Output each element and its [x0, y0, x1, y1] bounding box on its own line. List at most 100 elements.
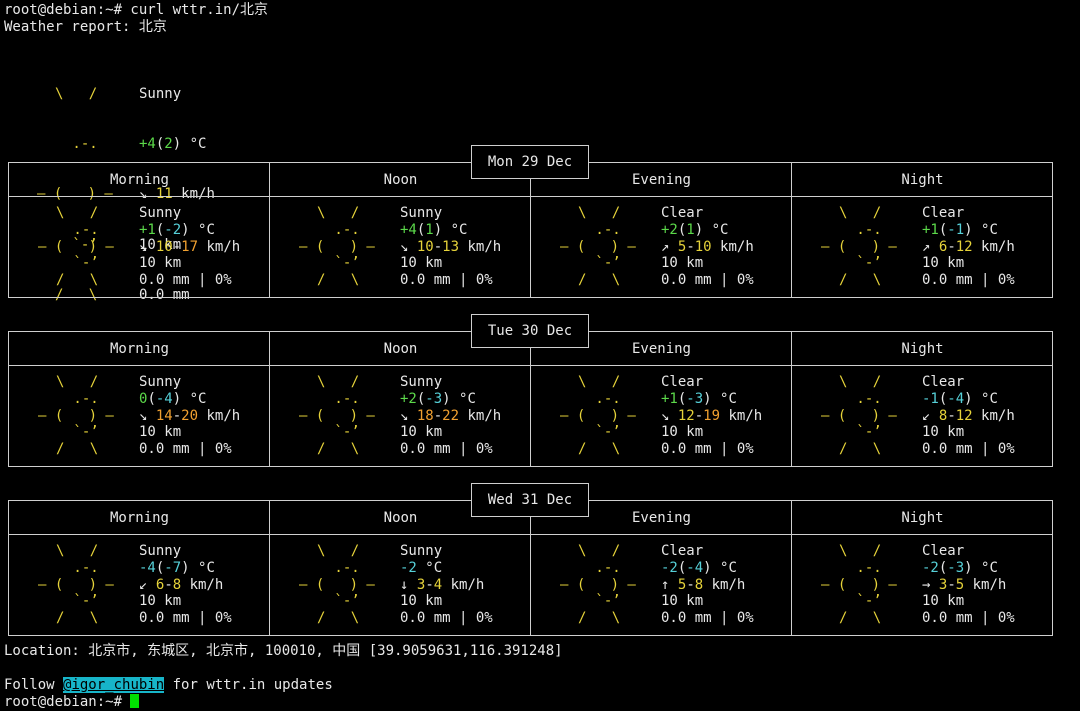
- wind: ↙ 6-8 km/h: [139, 576, 224, 593]
- period-cell: \ / .-. ― ( ) ― `-’ / \ Sunny -2 °C ↓ 3-4 km/…: [270, 535, 531, 635]
- period-details: Clear -2(-3) °C → 3-5 km/h 10 km 0.0 mm | 0%: [922, 543, 1015, 627]
- col-morning: Morning: [109, 172, 169, 188]
- follow-line: Follow @igor_chubin for wttr.in updates: [4, 677, 333, 693]
- visibility: 10 km: [922, 424, 965, 441]
- period-cell: \ / .-. ― ( ) ― `-’ / \ Clear +2(1) °C ↗ 5-10…: [531, 197, 792, 297]
- precipitation: 0.0 mm | 0%: [661, 272, 754, 289]
- period-cell: \ / .-. ― ( ) ― `-’ / \ Sunny -4(-7) °C ↙ 6-8…: [9, 535, 270, 635]
- wind: ↘ 18-22 km/h: [400, 407, 502, 424]
- period-details: Clear +1(-3) °C ↘ 12-19 km/h 10 km 0.0 mm | …: [661, 374, 762, 458]
- condition-label: Sunny: [139, 374, 182, 390]
- period-cell: \ / .-. ― ( ) ― `-’ / \ Sunny +2(-3) °C ↘ 18-…: [270, 366, 531, 466]
- visibility: 10 km: [922, 255, 965, 272]
- prompt-line[interactable]: root@debian:~#: [4, 694, 140, 711]
- condition-label: Clear: [661, 374, 704, 390]
- precipitation: 0.0 mm | 0%: [661, 441, 754, 458]
- period-details: Sunny -4(-7) °C ↙ 6-8 km/h 10 km 0.0 mm | 0%: [139, 543, 232, 627]
- temperature: -2 °C: [400, 559, 443, 576]
- wind-arrow-icon: ↘: [139, 238, 148, 255]
- condition-label: Sunny: [139, 85, 182, 102]
- condition-label: Clear: [661, 543, 704, 559]
- col-night: Night: [901, 341, 944, 357]
- precipitation: 0.0 mm | 0%: [139, 272, 232, 289]
- wind-arrow-icon: ↙: [922, 407, 931, 424]
- precipitation: 0.0 mm | 0%: [400, 441, 493, 458]
- wind-arrow-icon: ↗: [661, 238, 670, 255]
- condition-label: Sunny: [400, 205, 443, 221]
- temperature: -1(-4) °C: [922, 390, 998, 407]
- period-cell: \ / .-. ― ( ) ― `-’ / \ Clear -1(-4) °C ↙ 8-1…: [792, 366, 1053, 466]
- col-night: Night: [901, 510, 944, 526]
- wind: ↘ 12-19 km/h: [661, 407, 763, 424]
- wind: ↑ 5-8 km/h: [661, 576, 746, 593]
- period-details: Clear -2(-4) °C ↑ 5-8 km/h 10 km 0.0 mm | 0%: [661, 543, 754, 627]
- forecast-table: Morning Noon Evening Night \ / .-. ― ( ) …: [8, 500, 1053, 636]
- wind-arrow-icon: ↑: [661, 576, 670, 593]
- visibility: 10 km: [661, 593, 704, 610]
- period-details: Sunny +1(-2) °C ↘ 10-17 km/h 10 km 0.0 mm | …: [139, 205, 240, 289]
- wind: ↙ 8-12 km/h: [922, 407, 1015, 424]
- period-cell: \ / .-. ― ( ) ― `-’ / \ Clear +1(-1) °C ↗ 6-1…: [792, 197, 1053, 297]
- wind-arrow-icon: ↓: [400, 576, 409, 593]
- sun-art-icon: \ / .-. ― ( ) ― `-’ / \: [38, 374, 114, 458]
- visibility: 10 km: [400, 255, 443, 272]
- precipitation: 0.0 mm | 0%: [400, 610, 493, 627]
- wind: ↘ 10-13 km/h: [400, 238, 502, 255]
- wind: ↗ 5-10 km/h: [661, 238, 754, 255]
- temperature: 0(-4) °C: [139, 390, 207, 407]
- wind: ↘ 14-20 km/h: [139, 407, 241, 424]
- period-details: Clear +1(-1) °C ↗ 6-12 km/h 10 km 0.0 mm | 0…: [922, 205, 1015, 289]
- period-cell: \ / .-. ― ( ) ― `-’ / \ Sunny 0(-4) °C ↘ 14-2…: [9, 366, 270, 466]
- location-line: Location: 北京市, 东城区, 北京市, 100010, 中国 [39.…: [4, 643, 563, 659]
- period-cell: \ / .-. ― ( ) ― `-’ / \ Sunny +1(-2) °C ↘ 10-…: [9, 197, 270, 297]
- condition-label: Sunny: [139, 543, 182, 559]
- date-label: Tue 30 Dec: [471, 314, 589, 348]
- visibility: 10 km: [661, 424, 704, 441]
- temperature: +4(2) °C: [139, 135, 207, 152]
- temperature: +2(1) °C: [661, 221, 729, 238]
- cursor-icon: [130, 694, 140, 708]
- condition-label: Clear: [661, 205, 704, 221]
- col-morning: Morning: [109, 510, 169, 526]
- precipitation: 0.0 mm | 0%: [922, 272, 1015, 289]
- sun-art-icon: \ / .-. ― ( ) ― `-’ / \: [821, 543, 897, 627]
- precipitation: 0.0 mm | 0%: [139, 441, 232, 458]
- temperature: +2(-3) °C: [400, 390, 476, 407]
- precipitation: 0.0 mm | 0%: [400, 272, 493, 289]
- period-details: Sunny +2(-3) °C ↘ 18-22 km/h 10 km 0.0 mm | …: [400, 374, 501, 458]
- sun-art-icon: \ / .-. ― ( ) ― `-’ / \: [821, 374, 897, 458]
- visibility: 10 km: [400, 424, 443, 441]
- command-line: root@debian:~# curl wttr.in/北京: [4, 2, 269, 18]
- sun-art-icon: \ / .-. ― ( ) ― `-’ / \: [38, 205, 114, 289]
- temperature: +1(-1) °C: [922, 221, 998, 238]
- wind: → 3-5 km/h: [922, 576, 1007, 593]
- wind: ↗ 6-12 km/h: [922, 238, 1015, 255]
- temperature: -2(-4) °C: [661, 559, 737, 576]
- sun-art-icon: \ / .-. ― ( ) ― `-’ / \: [560, 205, 636, 289]
- period-cell: \ / .-. ― ( ) ― `-’ / \ Clear +1(-3) °C ↘ 12-…: [531, 366, 792, 466]
- date-label: Wed 31 Dec: [471, 483, 589, 517]
- period-details: Sunny 0(-4) °C ↘ 14-20 km/h 10 km 0.0 mm | 0…: [139, 374, 240, 458]
- wind-arrow-icon: ↘: [661, 407, 670, 424]
- condition-label: Clear: [922, 543, 965, 559]
- condition-label: Sunny: [400, 543, 443, 559]
- twitter-handle-link[interactable]: @igor_chubin: [63, 677, 165, 693]
- wind-arrow-icon: ↘: [400, 238, 409, 255]
- wind-arrow-icon: ↙: [139, 576, 148, 593]
- wind: ↓ 3-4 km/h: [400, 576, 485, 593]
- sun-art-icon: \ / .-. ― ( ) ― `-’ / \: [560, 374, 636, 458]
- terminal-window[interactable]: root@debian:~# curl wttr.in/北京 Weather r…: [0, 0, 1080, 710]
- visibility: 10 km: [922, 593, 965, 610]
- period-cell: \ / .-. ― ( ) ― `-’ / \ Clear -2(-3) °C → 3-5…: [792, 535, 1053, 635]
- precipitation: 0.0 mm | 0%: [922, 610, 1015, 627]
- visibility: 10 km: [400, 593, 443, 610]
- wind-arrow-icon: ↗: [922, 238, 931, 255]
- wind-arrow-icon: →: [922, 576, 931, 593]
- visibility: 10 km: [139, 593, 182, 610]
- condition-label: Sunny: [139, 205, 182, 221]
- sun-art-icon: \ / .-. ― ( ) ― `-’ / \: [821, 205, 897, 289]
- forecast-table: Morning Noon Evening Night \ / .-. ― ( ) …: [8, 162, 1053, 298]
- period-cell: \ / .-. ― ( ) ― `-’ / \ Clear -2(-4) °C ↑ 5-8…: [531, 535, 792, 635]
- period-details: Clear -1(-4) °C ↙ 8-12 km/h 10 km 0.0 mm | 0…: [922, 374, 1015, 458]
- temperature: +1(-2) °C: [139, 221, 215, 238]
